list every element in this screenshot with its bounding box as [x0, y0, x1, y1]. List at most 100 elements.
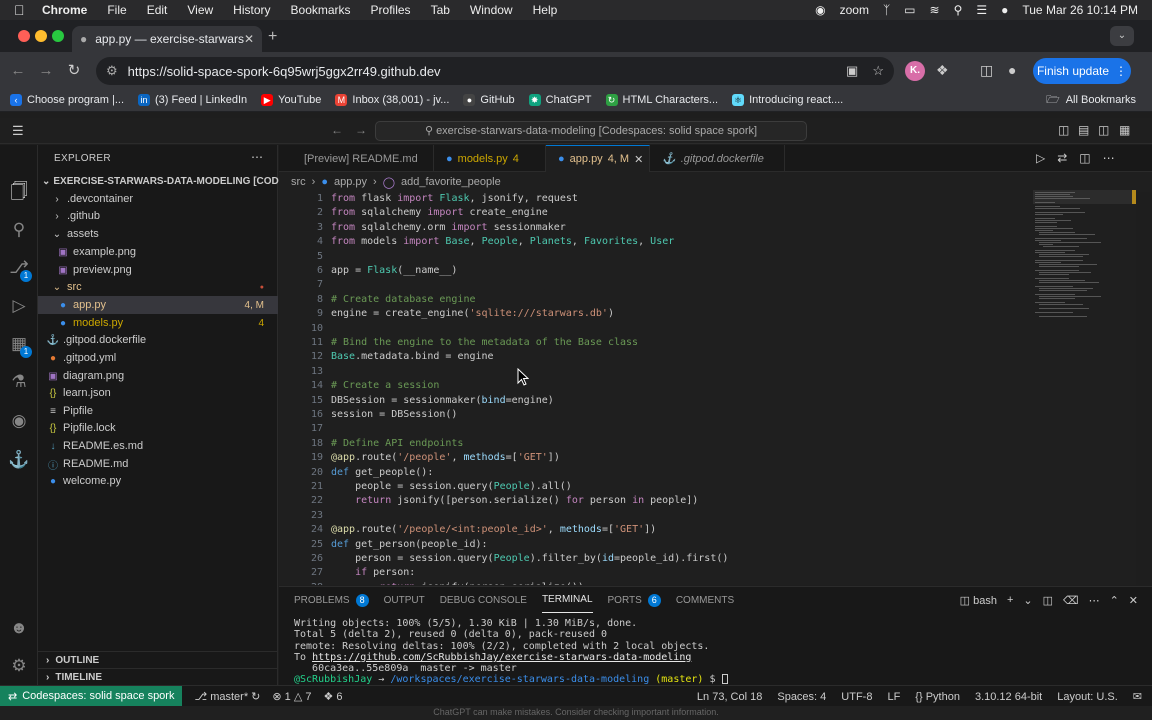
- tab-debug-console[interactable]: DEBUG CONSOLE: [440, 587, 527, 613]
- minimize-window-icon[interactable]: [35, 30, 47, 42]
- bookmark-item[interactable]: ‹ Choose program |...: [10, 93, 124, 106]
- new-tab-button[interactable]: +: [268, 28, 277, 46]
- bookmark-item[interactable]: in (3) Feed | LinkedIn: [138, 93, 247, 106]
- keyboard-layout[interactable]: Layout: U.S.: [1057, 691, 1118, 703]
- close-window-icon[interactable]: [18, 30, 30, 42]
- tree-item[interactable]: ▣ diagram.png: [38, 367, 278, 385]
- outline-section[interactable]: › OUTLINE: [38, 651, 278, 669]
- code-line[interactable]: person = session.query(People).filter_by…: [331, 553, 728, 564]
- site-info-icon[interactable]: ⚙: [106, 63, 118, 79]
- tree-item[interactable]: ⌄ src ●: [38, 278, 278, 296]
- workspace-root[interactable]: ⌄ EXERCISE-STARWARS-DATA-MODELING [CODE..…: [38, 172, 294, 190]
- reload-button[interactable]: ↻: [60, 61, 88, 79]
- tab-comments[interactable]: COMMENTS: [676, 587, 734, 613]
- minimap[interactable]: [1031, 190, 1136, 585]
- tree-item[interactable]: ▣ example.png: [38, 243, 278, 261]
- code-line[interactable]: people = session.query(People).all(): [331, 481, 572, 492]
- maximize-panel-icon[interactable]: ⌃: [1110, 594, 1119, 607]
- branch-indicator[interactable]: ⎇ master* ↻: [194, 690, 260, 703]
- cursor-position[interactable]: Ln 73, Col 18: [697, 691, 762, 703]
- end-of-line[interactable]: LF: [887, 691, 900, 703]
- zoom-window-icon[interactable]: [52, 30, 64, 42]
- terminal-link[interactable]: https://github.com/ScRubbishJay/exercise…: [312, 652, 691, 663]
- code-line[interactable]: @app.route('/people', methods=['GET']): [331, 452, 560, 463]
- tab-readme-preview[interactable]: [Preview] README.md: [279, 145, 434, 172]
- docker-icon[interactable]: ⚓: [8, 449, 30, 471]
- bookmark-item[interactable]: M Inbox (38,001) - jv...: [335, 93, 449, 106]
- tab-models-py[interactable]: ● models.py 4: [434, 145, 546, 172]
- breadcrumb-item[interactable]: app.py: [334, 176, 367, 188]
- apple-icon[interactable]: : [14, 3, 28, 17]
- ports-indicator[interactable]: ❖ 6: [324, 690, 343, 703]
- language-mode[interactable]: {} Python: [915, 691, 960, 703]
- breadcrumb-item[interactable]: add_favorite_people: [401, 176, 501, 188]
- code-line[interactable]: from sqlalchemy import create_engine: [331, 207, 548, 218]
- notifications-icon[interactable]: ✉: [1133, 690, 1142, 703]
- code-line[interactable]: from models import Base, People, Planets…: [331, 236, 674, 247]
- nav-forward-icon[interactable]: →: [355, 123, 367, 137]
- tree-item[interactable]: ↓ README.es.md: [38, 437, 278, 455]
- code-line[interactable]: def get_people():: [331, 467, 433, 478]
- close-tab-icon[interactable]: ✕: [244, 32, 254, 46]
- sync-icon[interactable]: ↻: [251, 691, 260, 703]
- terminal-shell-selector[interactable]: ◫ bash: [960, 594, 997, 607]
- python-interpreter[interactable]: 3.10.12 64-bit: [975, 691, 1042, 703]
- trash-icon[interactable]: ⌫: [1063, 594, 1079, 607]
- tree-item[interactable]: {} Pipfile.lock: [38, 419, 278, 437]
- battery-icon[interactable]: ▭: [904, 3, 915, 17]
- profile-avatar[interactable]: K.: [905, 61, 925, 81]
- browser-tab-active[interactable]: ● app.py — exercise-starwars- ✕: [72, 26, 262, 52]
- tree-item[interactable]: ⌄ assets: [38, 225, 278, 243]
- code-line[interactable]: session = DBSession(): [331, 409, 457, 420]
- compare-changes-icon[interactable]: ⇄: [1057, 151, 1067, 165]
- menu-help[interactable]: Help: [533, 3, 558, 17]
- remote-indicator[interactable]: ⇄ Codespaces: solid space spork: [0, 685, 183, 707]
- menu-history[interactable]: History: [233, 3, 270, 17]
- code-line[interactable]: Base.metadata.bind = engine: [331, 351, 494, 362]
- new-terminal-icon[interactable]: +: [1007, 594, 1013, 607]
- zoom-menu-item[interactable]: zoom: [840, 3, 869, 17]
- search-icon[interactable]: ⚲: [954, 3, 963, 17]
- menu-app-chrome[interactable]: Chrome: [42, 3, 87, 17]
- timeline-section[interactable]: › TIMELINE: [38, 668, 278, 686]
- bluetooth-icon[interactable]: ᛉ: [883, 3, 890, 17]
- tab-ports[interactable]: PORTS 6: [608, 587, 661, 613]
- more-actions-icon[interactable]: ⋯: [1089, 594, 1100, 607]
- code-line[interactable]: return jsonify(person.serialize()): [331, 582, 584, 585]
- tree-item[interactable]: ≡ Pipfile: [38, 402, 278, 420]
- tree-item[interactable]: ⚓ .gitpod.dockerfile: [38, 331, 278, 349]
- code-line[interactable]: app = Flask(__name__): [331, 265, 457, 276]
- extensions-icon[interactable]: ❖: [936, 62, 949, 79]
- code-line[interactable]: from sqlalchemy.orm import sessionmaker: [331, 222, 566, 233]
- all-bookmarks-button[interactable]: 🗁 All Bookmarks: [1046, 88, 1136, 112]
- command-center[interactable]: ⚲ exercise-starwars-data-modeling [Codes…: [375, 121, 807, 141]
- code-line[interactable]: def get_person(people_id):: [331, 539, 488, 550]
- code-line[interactable]: if person:: [331, 567, 415, 578]
- menu-tab[interactable]: Tab: [431, 3, 450, 17]
- back-button[interactable]: ←: [4, 62, 32, 79]
- clock[interactable]: Tue Mar 26 10:14 PM: [1022, 3, 1138, 17]
- breadcrumb-item[interactable]: src: [291, 176, 306, 188]
- search-icon[interactable]: ⚲: [8, 219, 30, 241]
- explorer-icon[interactable]: 🗍: [8, 181, 30, 203]
- tab-gitpod-dockerfile[interactable]: ⚓ .gitpod.dockerfile: [650, 145, 785, 172]
- control-center-icon[interactable]: ☰: [976, 3, 987, 17]
- code-line[interactable]: return jsonify([person.serialize() for p…: [331, 495, 698, 506]
- toggle-sidebar-icon[interactable]: ◫: [1058, 123, 1069, 137]
- menu-icon[interactable]: ☰: [12, 123, 24, 139]
- tree-item[interactable]: ▣ preview.png: [38, 261, 278, 279]
- nav-back-icon[interactable]: ←: [331, 123, 343, 137]
- encoding[interactable]: UTF-8: [841, 691, 872, 703]
- tab-terminal[interactable]: TERMINAL: [541, 587, 593, 613]
- tab-output[interactable]: OUTPUT: [384, 587, 425, 613]
- finish-update-button[interactable]: Finish update ⋮: [1033, 58, 1131, 84]
- forward-button[interactable]: →: [32, 62, 60, 79]
- run-debug-icon[interactable]: ▷: [8, 295, 30, 317]
- tree-item[interactable]: ● models.py 4: [38, 314, 278, 332]
- code-line[interactable]: # Create database engine: [331, 294, 476, 305]
- manage-gear-icon[interactable]: ⚙: [8, 655, 30, 677]
- more-actions-icon[interactable]: ⋯: [251, 150, 263, 164]
- bookmark-item[interactable]: ⚛ Introducing react....: [732, 93, 843, 106]
- bookmark-item[interactable]: ↻ HTML Characters...: [605, 93, 718, 106]
- scrollbar-thumb[interactable]: [1132, 190, 1136, 204]
